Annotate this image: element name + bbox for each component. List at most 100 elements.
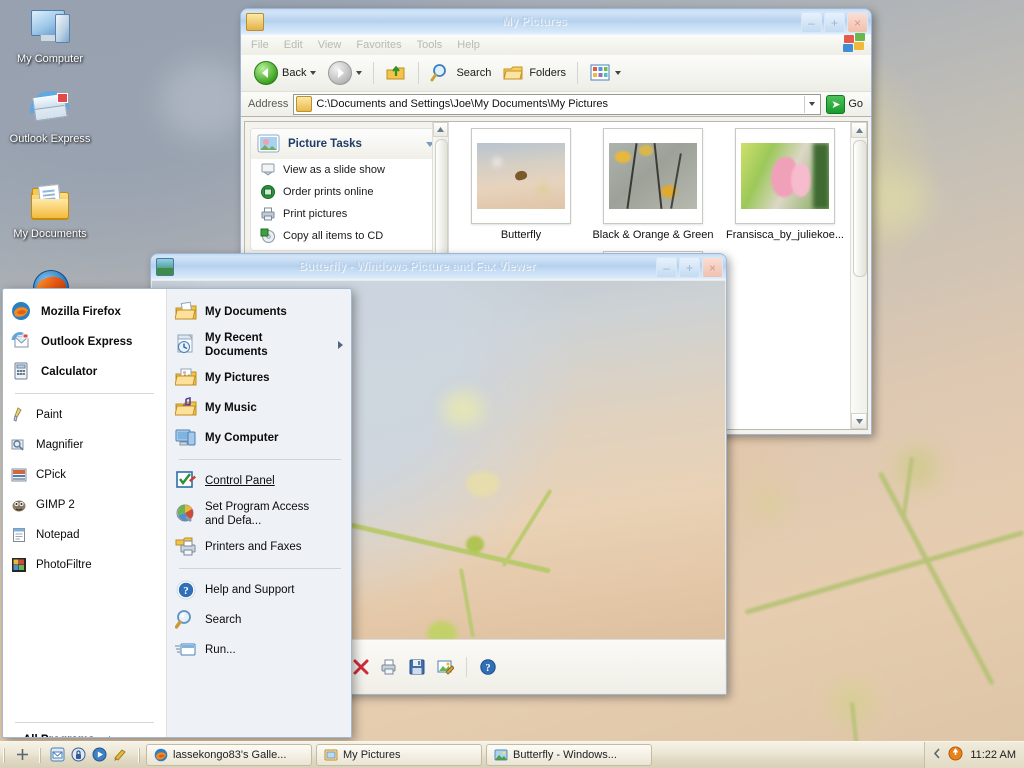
task-copy-to-cd[interactable]: Copy all items to CD	[251, 225, 442, 250]
system-tray[interactable]: 11:22 AM	[924, 742, 1024, 768]
start-item-my-pictures[interactable]: My Pictures	[167, 363, 351, 393]
scroll-up-arrow-icon[interactable]	[851, 122, 867, 138]
scroll-up-arrow-icon[interactable]	[433, 122, 448, 137]
minimize-button[interactable]: –	[801, 12, 822, 33]
taskbar[interactable]: lassekongo83's Galle... My Pictures Butt…	[0, 741, 1024, 768]
forward-dropdown-icon[interactable]	[356, 71, 363, 75]
taskbar-item-butterfly-viewer[interactable]: Butterfly - Windows...	[486, 744, 652, 766]
start-item-magnifier[interactable]: Magnifier	[3, 430, 166, 460]
explorer-title-bar[interactable]: My Pictures – + ×	[241, 9, 871, 35]
file-item[interactable]: Butterfly	[458, 128, 584, 241]
start-item-gimp-2[interactable]: GIMP 2	[3, 490, 166, 520]
picture-tasks-title: Picture Tasks	[288, 138, 362, 150]
start-item-my-computer[interactable]: My Computer	[167, 423, 351, 453]
save-as-icon[interactable]	[405, 655, 429, 679]
print-icon[interactable]	[377, 655, 401, 679]
start-item-calculator[interactable]: Calculator	[3, 357, 166, 387]
taskbar-item-my-pictures[interactable]: My Pictures	[316, 744, 482, 766]
search-button[interactable]: Search	[425, 60, 496, 86]
media-player-quicklaunch-icon[interactable]	[92, 747, 108, 763]
address-input[interactable]: C:\Documents and Settings\Joe\My Documen…	[293, 93, 822, 115]
menu-edit[interactable]: Edit	[284, 39, 303, 51]
taskbar-item-firefox[interactable]: lassekongo83's Galle...	[146, 744, 312, 766]
flower-blossom	[466, 471, 500, 497]
outlook-express-quicklaunch-icon[interactable]	[50, 747, 66, 763]
taskbar-item-label: lassekongo83's Galle...	[173, 749, 287, 761]
menu-favorites[interactable]: Favorites	[356, 39, 401, 51]
start-item-my-recent-documents[interactable]: My Recent Documents	[167, 327, 351, 363]
quick-launch-bar[interactable]	[9, 747, 135, 763]
start-item-search[interactable]: Search	[167, 605, 351, 635]
start-item-printers-and-faxes[interactable]: Printers and Faxes	[167, 532, 351, 562]
viewer-title-bar[interactable]: Butterfly - Windows Picture and Fax View…	[151, 254, 726, 280]
start-item-my-documents[interactable]: My Documents	[167, 297, 351, 327]
task-view-slideshow[interactable]: View as a slide show	[251, 159, 442, 181]
desktop-icon-my-documents[interactable]: My Documents	[5, 183, 95, 241]
go-button[interactable]: ➤ Go	[826, 94, 867, 114]
address-value[interactable]: C:\Documents and Settings\Joe\My Documen…	[316, 98, 800, 110]
start-item-set-program-access[interactable]: Set Program Access and Defa...	[167, 496, 351, 532]
viewer-window-controls[interactable]: – + ×	[656, 257, 723, 278]
start-menu-right-column[interactable]: My Documents My Recent Documents My Pict…	[167, 289, 351, 737]
security-lock-quicklaunch-icon[interactable]	[71, 747, 87, 763]
taskbar-grip[interactable]	[138, 747, 141, 763]
up-button[interactable]	[380, 60, 412, 86]
start-item-control-panel[interactable]: Control Panel	[167, 466, 351, 496]
desktop-icon-outlook-express[interactable]: Outlook Express	[5, 82, 95, 146]
folders-button[interactable]: Folders	[498, 60, 571, 86]
start-item-outlook-express[interactable]: Outlook Express	[3, 327, 166, 357]
picture-tasks-header[interactable]: Picture Tasks	[251, 129, 442, 159]
menu-help[interactable]: Help	[457, 39, 480, 51]
back-dropdown-icon[interactable]	[310, 71, 317, 75]
menu-view[interactable]: View	[318, 39, 342, 51]
picture-tasks-group[interactable]: Picture Tasks View as a slide show Order…	[250, 128, 443, 251]
minimize-button[interactable]: –	[656, 257, 677, 278]
start-item-mozilla-firefox[interactable]: Mozilla Firefox	[3, 297, 166, 327]
start-item-notepad[interactable]: Notepad	[3, 520, 166, 550]
clock[interactable]: 11:22 AM	[970, 749, 1016, 761]
all-programs-button[interactable]: All Programs	[3, 729, 166, 737]
close-button[interactable]: ×	[702, 257, 723, 278]
start-item-photofiltre[interactable]: PhotoFiltre	[3, 550, 166, 580]
explorer-address-bar[interactable]: Address C:\Documents and Settings\Joe\My…	[241, 92, 871, 117]
explorer-menu-bar[interactable]: File Edit View Favorites Tools Help	[241, 33, 871, 55]
start-item-label: Magnifier	[36, 439, 84, 451]
menu-file[interactable]: File	[251, 39, 269, 51]
tray-expand-icon[interactable]	[933, 748, 941, 762]
start-menu[interactable]: Mozilla Firefox Outlook Express Calculat…	[2, 288, 352, 738]
task-print-pictures[interactable]: Print pictures	[251, 203, 442, 225]
quick-launch-grip[interactable]	[39, 747, 42, 763]
menu-tools[interactable]: Tools	[417, 39, 443, 51]
paint-quicklaunch-icon[interactable]	[113, 747, 129, 763]
scrollbar-thumb[interactable]	[853, 140, 867, 277]
thumbnail-frame[interactable]	[603, 128, 703, 224]
task-order-prints[interactable]: Order prints online	[251, 181, 442, 203]
taskbar-grip[interactable]	[3, 747, 6, 763]
scroll-down-arrow-icon[interactable]	[851, 413, 867, 429]
file-pane-scrollbar[interactable]	[850, 122, 867, 429]
views-button[interactable]	[584, 60, 626, 86]
views-dropdown-icon[interactable]	[615, 71, 622, 75]
edit-image-icon[interactable]	[433, 655, 457, 679]
thumbnail-frame[interactable]	[471, 128, 571, 224]
explorer-toolbar[interactable]: Back Search Folders	[241, 55, 871, 92]
start-item-run[interactable]: Run...	[167, 635, 351, 665]
start-item-my-music[interactable]: My Music	[167, 393, 351, 423]
delete-icon[interactable]	[349, 655, 373, 679]
back-button[interactable]: Back	[249, 59, 321, 87]
scrollbar-thumb[interactable]	[435, 139, 448, 263]
start-item-paint[interactable]: Paint	[3, 400, 166, 430]
address-dropdown-icon[interactable]	[804, 95, 818, 113]
desktop-icon-my-computer[interactable]: My Computer	[5, 8, 95, 66]
maximize-button[interactable]: +	[679, 257, 700, 278]
file-item[interactable]: Fransisca_by_juliekoe...	[722, 128, 848, 241]
start-item-cpick[interactable]: CPick	[3, 460, 166, 490]
thumbnail-frame[interactable]	[735, 128, 835, 224]
start-menu-left-column[interactable]: Mozilla Firefox Outlook Express Calculat…	[3, 289, 167, 737]
start-item-help-and-support[interactable]: ? Help and Support	[167, 575, 351, 605]
file-item[interactable]: Black & Orange & Green	[590, 128, 716, 241]
help-icon[interactable]: ?	[476, 655, 500, 679]
forward-button[interactable]	[323, 59, 367, 87]
update-notify-icon[interactable]	[948, 746, 963, 764]
show-desktop-icon[interactable]	[15, 747, 31, 763]
